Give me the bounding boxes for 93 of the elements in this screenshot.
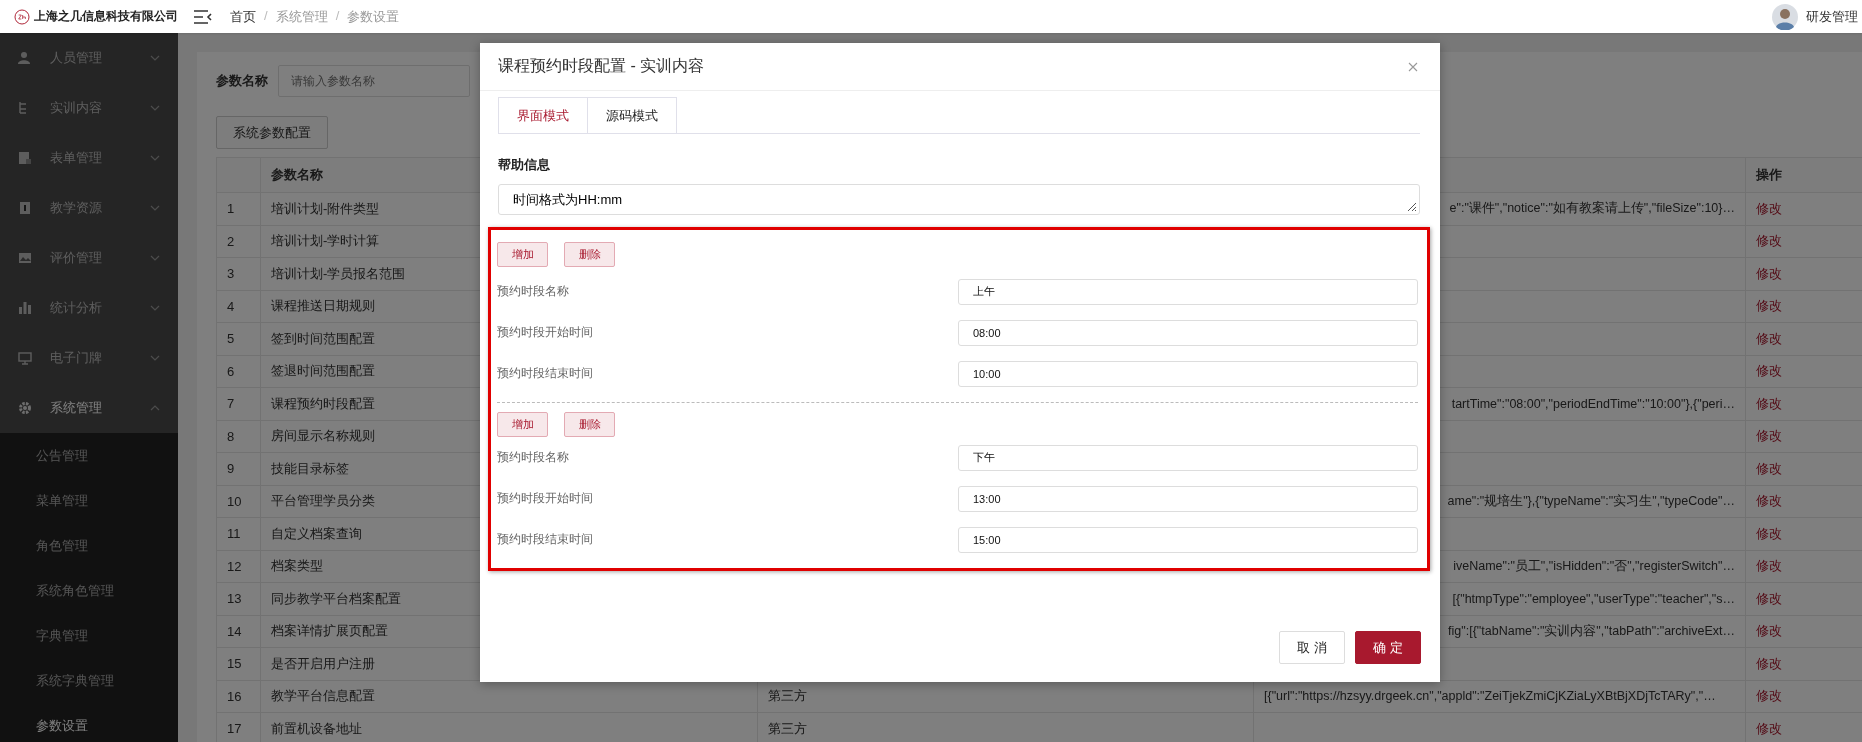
edit-link[interactable]: 修改 xyxy=(1756,460,1782,476)
submenu-item[interactable]: 角色管理 xyxy=(0,523,178,568)
chevron-icon xyxy=(150,255,160,261)
edit-link[interactable]: 修改 xyxy=(1756,428,1782,444)
chevron-icon xyxy=(150,305,160,311)
edit-link[interactable]: 修改 xyxy=(1756,525,1782,541)
submenu-item[interactable]: 公告管理 xyxy=(0,433,178,478)
table-cell: 5 xyxy=(216,322,261,355)
input-field[interactable]: 下午 xyxy=(958,444,1418,471)
field-label: 预约时段开始时间 xyxy=(497,324,593,341)
table-cell: 8 xyxy=(216,420,261,453)
breadcrumb-separator: / xyxy=(264,7,268,25)
book-icon xyxy=(18,201,32,215)
breadcrumb-link[interactable]: 参数设置 xyxy=(347,7,400,26)
resize-handle-icon xyxy=(1407,202,1417,212)
table-cell: 17 xyxy=(216,712,261,742)
input-field[interactable]: 13:00 xyxy=(958,485,1418,512)
field-label: 预约时段开始时间 xyxy=(497,490,593,507)
field-label: 预约时段结束时间 xyxy=(497,531,593,548)
edit-link[interactable]: 修改 xyxy=(1756,395,1782,411)
table-cell: 16 xyxy=(216,680,261,713)
chevron-icon xyxy=(150,405,160,411)
add-button[interactable]: 增加 xyxy=(497,242,548,267)
delete-button[interactable]: 删除 xyxy=(564,242,615,267)
close-icon[interactable] xyxy=(1408,61,1418,72)
breadcrumb-link[interactable]: 首页 xyxy=(230,7,256,26)
chevron-icon xyxy=(150,55,160,61)
company-name: 上海之几信息科技有限公司 xyxy=(34,8,178,25)
submenu-item[interactable]: 字典管理 xyxy=(0,613,178,658)
search-field[interactable]: 请输入参数名称 xyxy=(278,65,470,97)
table-cell: 3 xyxy=(216,257,261,290)
table-cell: 14 xyxy=(216,615,261,648)
config-button[interactable]: 系统参数配置 xyxy=(216,116,328,149)
chevron-icon xyxy=(150,105,160,111)
help-textarea[interactable]: 时间格式为HH:mm xyxy=(498,184,1420,215)
menu-item[interactable]: 系统管理 xyxy=(0,383,178,433)
field-label: 预约时段结束时间 xyxy=(497,365,593,382)
submenu-item[interactable]: 系统字典管理 xyxy=(0,658,178,703)
chart-icon xyxy=(18,301,32,315)
submenu-item[interactable]: 参数设置 xyxy=(0,703,178,742)
breadcrumb-link[interactable]: 系统管理 xyxy=(275,7,328,26)
table-cell: 7 xyxy=(216,387,261,420)
submenu-item[interactable]: 系统角色管理 xyxy=(0,568,178,613)
input-field[interactable]: 上午 xyxy=(958,278,1418,305)
menu-icon[interactable] xyxy=(194,9,212,24)
table-cell: 1 xyxy=(216,192,261,225)
table-cell: 4 xyxy=(216,290,261,323)
edit-link[interactable]: 修改 xyxy=(1756,623,1782,639)
avatar-icon[interactable] xyxy=(1772,3,1798,30)
tab[interactable]: 源码模式 xyxy=(587,97,677,133)
column-header: 操作 xyxy=(1745,157,1862,193)
table-cell: 6 xyxy=(216,355,261,388)
table-cell: 15 xyxy=(216,647,261,680)
edit-link[interactable]: 修改 xyxy=(1756,233,1782,249)
tab[interactable]: 界面模式 xyxy=(498,97,588,133)
submenu-item[interactable]: 菜单管理 xyxy=(0,478,178,523)
table-cell: 13 xyxy=(216,582,261,615)
edit-link[interactable]: 修改 xyxy=(1756,655,1782,671)
chevron-icon xyxy=(150,355,160,361)
edit-link[interactable]: 修改 xyxy=(1756,688,1782,704)
help-label: 帮助信息 xyxy=(498,156,551,174)
user-name[interactable]: 研发管理 xyxy=(1806,7,1858,26)
user-icon xyxy=(18,51,32,65)
add-button[interactable]: 增加 xyxy=(497,412,548,437)
image-icon xyxy=(18,251,32,265)
edit-link[interactable]: 修改 xyxy=(1756,493,1782,509)
monitor-icon xyxy=(18,351,32,365)
edit-link[interactable]: 修改 xyxy=(1756,363,1782,379)
delete-button[interactable]: 删除 xyxy=(564,412,615,437)
edit-link[interactable]: 修改 xyxy=(1756,265,1782,281)
edit-link[interactable]: 修改 xyxy=(1756,330,1782,346)
table-cell: 12 xyxy=(216,550,261,583)
input-field[interactable]: 08:00 xyxy=(958,319,1418,346)
input-field[interactable]: 15:00 xyxy=(958,526,1418,553)
edit-link[interactable]: 修改 xyxy=(1756,720,1782,736)
search-label: 参数名称 xyxy=(216,72,268,90)
edit-link[interactable]: 修改 xyxy=(1756,200,1782,216)
confirm-button[interactable]: 确 定 xyxy=(1355,631,1421,664)
dialog-title: 课程预约时段配置 - 实训内容 xyxy=(498,56,705,76)
cancel-button[interactable]: 取 消 xyxy=(1279,631,1345,664)
breadcrumb-separator: / xyxy=(335,7,340,25)
table-cell: 11 xyxy=(216,517,261,550)
table-cell: 2 xyxy=(216,225,261,258)
gear-icon xyxy=(18,401,32,415)
edit-link[interactable]: 修改 xyxy=(1756,558,1782,574)
form-icon xyxy=(18,151,32,165)
chevron-icon xyxy=(150,205,160,211)
edit-link[interactable]: 修改 xyxy=(1756,590,1782,606)
table-cell: 9 xyxy=(216,452,261,485)
chevron-icon xyxy=(150,155,160,161)
edit-link[interactable]: 修改 xyxy=(1756,298,1782,314)
table-cell: 10 xyxy=(216,485,261,518)
input-field[interactable]: 10:00 xyxy=(958,360,1418,387)
